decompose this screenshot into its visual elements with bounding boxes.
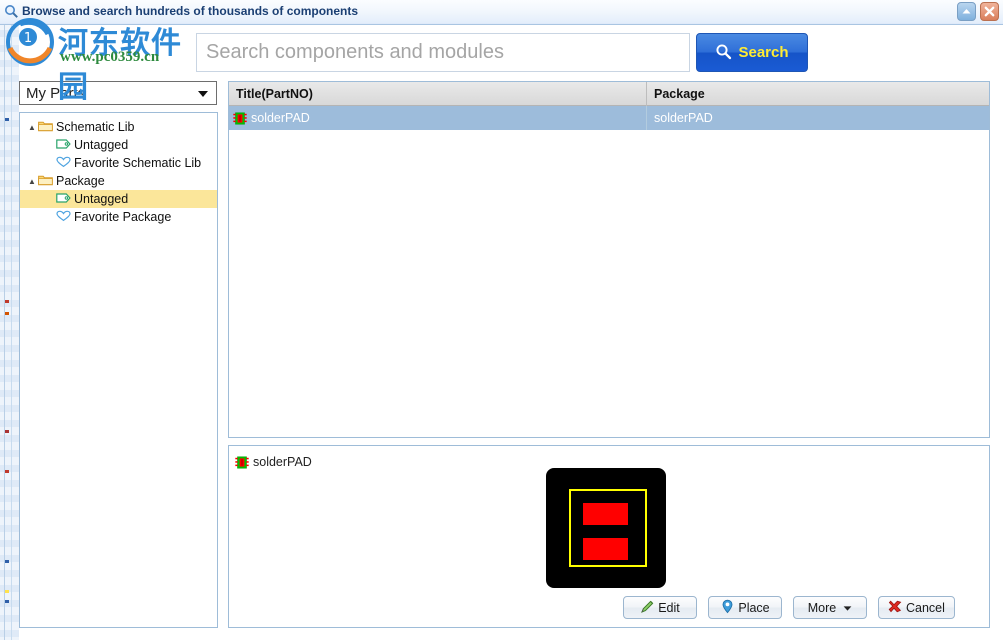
- app-root: Browse and search hundreds of thousands …: [0, 0, 1003, 640]
- place-button-label: Place: [738, 600, 770, 615]
- solder-pad: [583, 503, 628, 525]
- search-button-label: Search: [738, 44, 789, 61]
- library-selector-value: My Parts: [26, 85, 86, 102]
- minimize-button[interactable]: [957, 2, 976, 21]
- component-chip-icon: [233, 112, 247, 125]
- location-pin-icon: [720, 599, 735, 617]
- preview-actions: Edit Place More Cancel: [623, 596, 955, 619]
- watermark: 1 河东软件园 www.pc0359.cn: [4, 18, 204, 105]
- component-browser-dialog: Browse and search hundreds of thousands …: [0, 0, 1003, 640]
- cancel-button[interactable]: Cancel: [878, 596, 955, 619]
- column-header-title[interactable]: Title(PartNO): [229, 81, 647, 106]
- chevron-down-icon: [198, 91, 208, 97]
- cancel-button-label: Cancel: [906, 600, 945, 615]
- library-selector[interactable]: My Parts: [19, 81, 217, 105]
- more-button-label: More: [807, 600, 837, 615]
- tree-item-favorite-package[interactable]: Favorite Package: [20, 208, 217, 226]
- search-input-placeholder: Search components and modules: [206, 41, 504, 63]
- cell-package: solderPAD: [654, 111, 713, 125]
- solder-pad: [583, 538, 628, 560]
- component-footprint-preview: [546, 468, 666, 588]
- tree-item-package[interactable]: ▲ Package: [20, 172, 217, 190]
- svg-text:1: 1: [24, 31, 32, 46]
- column-header-package[interactable]: Package: [647, 82, 705, 106]
- cell-title-text: solderPAD: [251, 111, 310, 125]
- tree-item-label: Untagged: [74, 192, 129, 206]
- search-button[interactable]: Search: [696, 33, 808, 72]
- tree-item-label: Schematic Lib: [56, 120, 135, 134]
- circular-logo-icon: 1: [4, 18, 58, 71]
- more-button[interactable]: More: [793, 596, 867, 619]
- edit-button[interactable]: Edit: [623, 596, 697, 619]
- folder-icon: [38, 120, 53, 135]
- table-row[interactable]: solderPAD solderPAD: [229, 106, 989, 130]
- window-controls: [957, 2, 999, 22]
- watermark-url: www.pc0359.cn: [60, 49, 160, 65]
- results-grid[interactable]: Title(PartNO) Package solderPAD solderPA…: [228, 81, 990, 438]
- title-bar: Browse and search hundreds of thousands …: [0, 0, 1003, 25]
- tree-item-schematic-lib[interactable]: ▲ Schematic Lib: [20, 118, 217, 136]
- heart-icon: [56, 156, 71, 171]
- heart-icon: [56, 210, 71, 225]
- window-title: Browse and search hundreds of thousands …: [22, 4, 359, 18]
- tree-item-label: Favorite Package: [74, 210, 172, 224]
- preview-title-text: solderPAD: [253, 455, 312, 469]
- results-header-row: Title(PartNO) Package: [229, 81, 989, 106]
- tag-icon: [56, 138, 71, 153]
- tree-item-favorite-schematic-lib[interactable]: Favorite Schematic Lib: [20, 154, 217, 172]
- tree-item-label: Favorite Schematic Lib: [74, 156, 202, 170]
- chevron-down-icon: [843, 601, 852, 615]
- preview-title: solderPAD: [235, 455, 312, 469]
- tree-item-package-untagged[interactable]: Untagged: [20, 190, 217, 208]
- component-chip-icon: [235, 456, 249, 469]
- tag-icon: [56, 192, 71, 207]
- folder-icon: [38, 174, 53, 189]
- magnifier-icon: [715, 43, 732, 63]
- search-icon: [4, 4, 19, 19]
- place-button[interactable]: Place: [708, 596, 782, 619]
- red-x-icon: [888, 599, 903, 617]
- expander-icon[interactable]: ▲: [26, 123, 38, 132]
- tree-item-label: Untagged: [74, 138, 129, 152]
- tree-item-schematic-untagged[interactable]: Untagged: [20, 136, 217, 154]
- edit-button-label: Edit: [658, 600, 680, 615]
- cell-title: solderPAD: [229, 106, 647, 130]
- expander-icon[interactable]: ▲: [26, 177, 38, 186]
- tree-item-label: Package: [56, 174, 105, 188]
- close-button[interactable]: [980, 2, 999, 21]
- preview-panel: solderPAD Edit Place More Cancel: [228, 445, 990, 628]
- pencil-icon: [640, 599, 655, 617]
- library-tree[interactable]: ▲ Schematic Lib Untagged Favorite Schema…: [19, 112, 218, 628]
